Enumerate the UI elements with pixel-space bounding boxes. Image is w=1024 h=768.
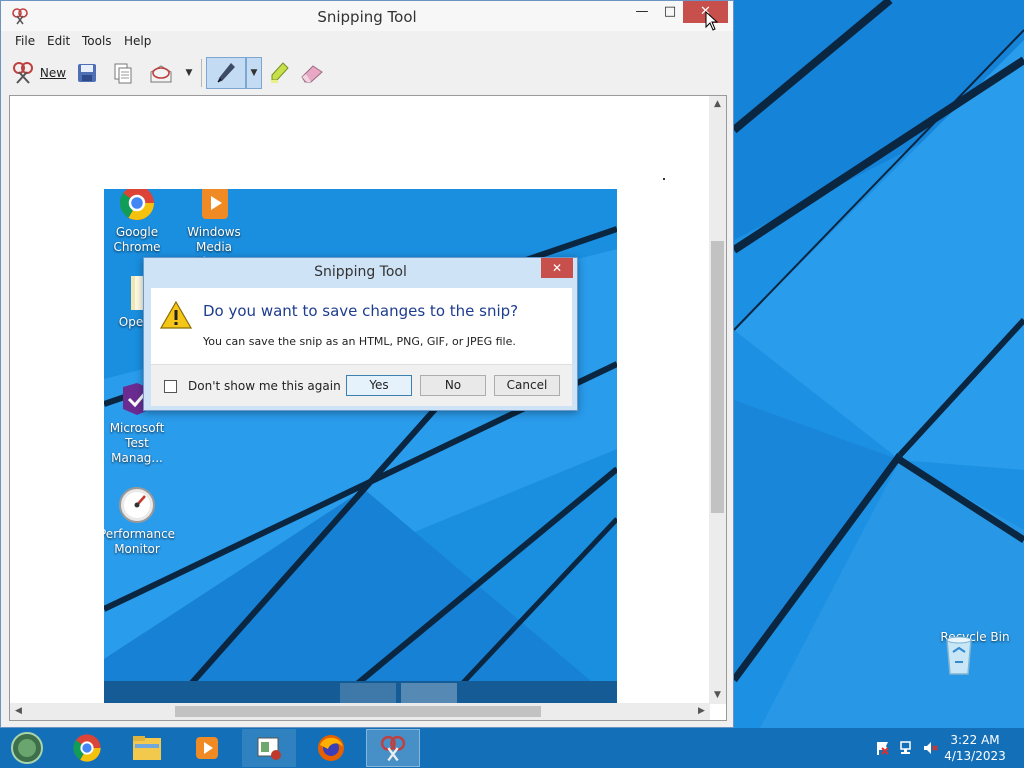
taskbar-snipping-tool[interactable] — [366, 729, 420, 767]
volume-muted-icon[interactable] — [922, 740, 938, 756]
pen-icon — [217, 63, 235, 83]
pen-dropdown[interactable]: ▼ — [246, 57, 262, 89]
warning-icon — [160, 300, 192, 329]
desktop-icon-recycle-bin[interactable]: Recycle Bin — [935, 630, 1015, 675]
scroll-left-arrow[interactable]: ◀ — [10, 703, 27, 720]
snipping-tool-icon — [380, 735, 406, 762]
window-title: Snipping Tool — [317, 8, 417, 26]
dialog-title: Snipping Tool — [314, 264, 407, 280]
snip-icon-label: Performance Monitor — [104, 527, 176, 556]
copy-icon — [114, 63, 132, 84]
chevron-down-icon: ▼ — [185, 68, 193, 78]
menu-file[interactable]: File — [15, 34, 35, 48]
yes-button[interactable]: Yes — [346, 375, 412, 396]
save-button[interactable] — [73, 57, 101, 89]
file-explorer-icon — [133, 736, 161, 760]
taskbar-firefox[interactable] — [304, 729, 358, 767]
start-orb-icon — [11, 732, 43, 764]
menu-edit[interactable]: Edit — [47, 34, 70, 48]
dialog-close-button[interactable]: ✕ — [541, 258, 573, 278]
chrome-icon — [119, 189, 154, 220]
no-button[interactable]: No — [420, 375, 486, 396]
horizontal-scroll-thumb[interactable] — [175, 706, 541, 717]
maximize-button[interactable]: □ — [659, 1, 681, 23]
test-manager-icon — [257, 737, 281, 760]
snip-icon-chrome: Google Chrome — [104, 189, 175, 255]
vertical-scrollbar[interactable]: ▲ ▼ — [709, 96, 726, 704]
scroll-down-arrow[interactable]: ▼ — [709, 687, 726, 704]
snip-taskbar-item — [340, 683, 396, 703]
dialog-footer: Don't show me this again Yes No Cancel — [151, 364, 572, 406]
start-button[interactable] — [0, 729, 54, 767]
media-player-icon — [202, 189, 228, 219]
dialog-body: Do you want to save changes to the snip?… — [151, 288, 572, 406]
snip-canvas[interactable]: Google Chrome Windows Media Player Open- — [9, 95, 727, 721]
recycle-bin-icon — [946, 636, 972, 675]
firefox-icon — [318, 735, 344, 761]
performance-monitor-icon — [119, 487, 155, 523]
taskbar-media-player[interactable] — [180, 729, 234, 767]
highlighter-button[interactable] — [265, 57, 293, 89]
canvas-dot — [663, 178, 665, 180]
send-dropdown[interactable]: ▼ — [181, 57, 197, 89]
taskbar-chrome[interactable] — [60, 729, 114, 767]
clock-time: 3:22 AM — [950, 733, 1000, 747]
snip-icon-label: Google Chrome — [113, 225, 161, 254]
highlighter-icon — [271, 62, 289, 83]
copy-button[interactable] — [109, 57, 137, 89]
envelope-icon — [150, 65, 172, 83]
scissors-icon — [12, 62, 33, 84]
title-bar[interactable]: Snipping Tool — □ ✕ — [1, 1, 733, 31]
new-label: New — [39, 66, 67, 80]
mouse-cursor-icon — [705, 11, 719, 31]
dont-show-again-checkbox[interactable] — [164, 380, 177, 393]
pen-tool-button[interactable] — [206, 57, 246, 89]
snip-taskbar-item — [401, 683, 457, 703]
snip-icon-label: Microsoft Test Manag... — [109, 421, 165, 465]
toolbar: New ▼ ▼ — [1, 53, 733, 93]
send-snip-button[interactable] — [145, 57, 177, 89]
minimize-button[interactable]: — — [631, 1, 653, 23]
snip-taskbar — [104, 681, 617, 703]
dialog-heading: Do you want to save changes to the snip? — [203, 302, 519, 320]
eraser-icon — [301, 65, 323, 83]
dialog-message: You can save the snip as an HTML, PNG, G… — [203, 335, 516, 348]
taskbar-file-explorer[interactable] — [120, 729, 174, 767]
horizontal-scrollbar[interactable]: ◀ ▶ — [10, 703, 710, 720]
save-changes-dialog: Snipping Tool ✕ Do you want to save chan… — [143, 257, 578, 411]
vertical-scroll-thumb[interactable] — [711, 241, 724, 513]
taskbar-clock[interactable]: 3:22 AM 4/13/2023 — [940, 732, 1010, 764]
eraser-button[interactable] — [297, 57, 327, 89]
media-player-icon — [196, 737, 218, 759]
network-icon[interactable] — [899, 740, 915, 756]
chevron-down-icon: ▼ — [250, 68, 258, 78]
save-icon — [78, 64, 96, 82]
dont-show-again-label[interactable]: Don't show me this again — [188, 379, 341, 393]
scroll-up-arrow[interactable]: ▲ — [709, 96, 726, 113]
snipping-tool-window: Snipping Tool — □ ✕ File Edit Tools Help… — [0, 0, 734, 728]
clock-date: 4/13/2023 — [944, 749, 1006, 763]
snip-icon-performance-monitor: Performance Monitor — [104, 485, 175, 557]
taskbar: 3:22 AM 4/13/2023 — [0, 728, 1024, 768]
menu-help[interactable]: Help — [124, 34, 151, 48]
new-snip-button[interactable]: New — [9, 57, 69, 89]
chrome-icon — [73, 734, 101, 762]
cancel-button[interactable]: Cancel — [494, 375, 560, 396]
scroll-right-arrow[interactable]: ▶ — [693, 703, 710, 720]
action-center-flag-icon[interactable] — [874, 740, 890, 756]
taskbar-test-manager[interactable] — [242, 729, 296, 767]
toolbar-separator — [201, 59, 202, 87]
menu-bar: File Edit Tools Help — [1, 31, 733, 53]
menu-tools[interactable]: Tools — [82, 34, 112, 48]
